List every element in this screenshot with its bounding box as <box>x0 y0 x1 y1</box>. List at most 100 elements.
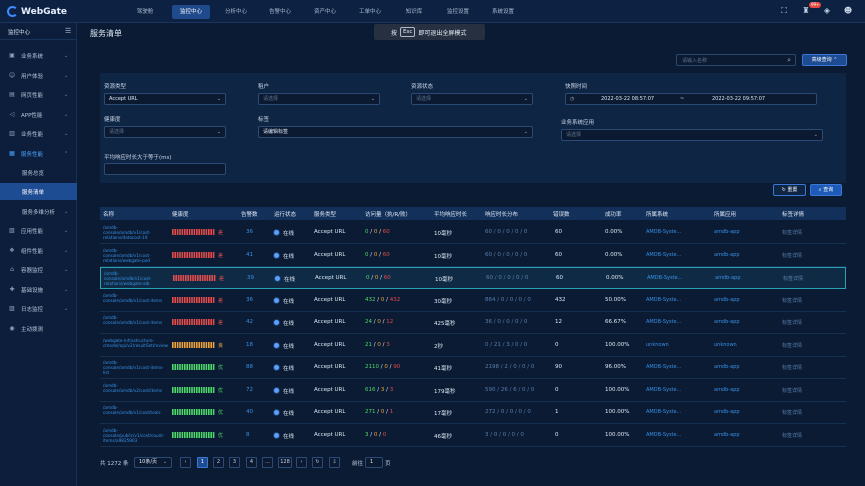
avg-response-input[interactable] <box>104 163 226 175</box>
collapse-icon[interactable]: ☰ <box>65 27 71 35</box>
tag-detail-link[interactable]: 标签详情 <box>783 275 803 282</box>
alarm-count[interactable]: 39 <box>247 275 254 281</box>
sidebar-item-container-monitor[interactable]: ⌂ 容器监控 ⌄ <box>0 261 77 278</box>
sidebar-item-app-performance[interactable]: ◁ APP性能 ⌄ <box>0 106 77 123</box>
service-name-link[interactable]: /amdb-console/amdb/v1/cost-relations/web… <box>103 248 165 263</box>
tag-detail-link[interactable]: 标签详情 <box>782 409 802 416</box>
tag-detail-link[interactable]: 标签详情 <box>782 297 802 304</box>
resource-status-select[interactable]: 请选择 ⌄ <box>411 93 533 105</box>
sidebar-item-business-performance[interactable]: ▥ 业务性能 ⌄ <box>0 125 77 142</box>
app-link[interactable]: amdb-app <box>714 432 740 438</box>
table-row[interactable]: /amdb-console/amdb/v1/cost-relations/dat… <box>100 222 846 244</box>
sidebar-item-service-multidim[interactable]: 服务多维分析 ⌄ <box>0 203 77 220</box>
service-name-link[interactable]: /amdb-console/amdb/v2/cost/items <box>103 383 165 393</box>
refresh-icon[interactable]: ↻ <box>312 457 323 468</box>
alarm-count[interactable]: 36 <box>246 229 253 235</box>
table-row[interactable]: /amdb-console/amdb/v1/cost-items-list 优 88… <box>100 357 846 379</box>
app-link[interactable]: amdb-app <box>714 297 740 303</box>
nav-system-settings[interactable]: 系统设置 <box>487 5 519 19</box>
alarm-count[interactable]: 36 <box>246 297 253 303</box>
table-row[interactable]: /amdb-console/amdb/v1/cost-relations/web… <box>100 267 846 289</box>
table-row[interactable]: /amdb-console/amdb/v2/cost/items 优 72 在线 Acc… <box>100 380 846 402</box>
business-app-select[interactable]: 请选择 ⌄ <box>561 129 823 141</box>
sidebar-item-service-performance[interactable]: ▦ 服务性能 ⌃ <box>0 145 77 162</box>
tenant-select[interactable]: 请选择 ⌄ <box>258 93 380 105</box>
system-link[interactable]: AMDB-Syste... <box>647 275 682 281</box>
nav-alarm-center[interactable]: 告警中心 <box>264 5 296 19</box>
sidebar-item-infrastructure[interactable]: ✚ 基础设施 ⌄ <box>0 281 77 298</box>
table-row[interactable]: /amdb-console/amdb/v1/cost-items 差 36 在线 Acc… <box>100 290 846 312</box>
table-row[interactable]: /amdb-console/amdb/v1/cost-relations/web… <box>100 245 846 267</box>
snapshot-time-range[interactable]: ◷ 2022-03-22 08:57:07 ~ 2022-03-22 09:57… <box>565 93 817 105</box>
page-3-button[interactable]: 3 <box>229 457 240 468</box>
page-ellipsis[interactable]: ... <box>262 457 273 468</box>
table-row[interactable]: /webgate-infrastructure-cmodel/api/v2/re… <box>100 335 846 357</box>
app-link[interactable]: amdb-app <box>714 319 740 325</box>
table-row[interactable]: /amdb-console/amdb/v1/cost/tools 优 40 在线 Acc… <box>100 402 846 424</box>
tag-detail-link[interactable]: 标签详情 <box>782 364 802 371</box>
system-link[interactable]: unknown <box>646 342 669 348</box>
alarm-count[interactable]: 40 <box>246 409 253 415</box>
service-name-link[interactable]: /amdb-console/amdb/v1/cost-relations/dat… <box>103 225 165 240</box>
app-link[interactable]: amdb-app <box>714 252 740 258</box>
app-link[interactable]: amdb-app <box>714 409 740 415</box>
service-name-link[interactable]: /webgate-infrastructure-cmodel/api/v2/re… <box>103 338 168 348</box>
reset-button[interactable]: ↻ 重置 <box>773 184 806 196</box>
sidebar-item-component-performance[interactable]: ❖ 组件性能 ⌄ <box>0 242 77 259</box>
tag-detail-link[interactable]: 标签详情 <box>782 387 802 394</box>
system-link[interactable]: AMDB-Syste... <box>646 229 681 235</box>
fullscreen-icon[interactable]: ⛶ <box>779 6 789 16</box>
shield-icon[interactable]: ◈ <box>822 6 832 16</box>
nav-asset-center[interactable]: 资产中心 <box>309 5 341 19</box>
app-link[interactable]: unknown <box>714 342 737 348</box>
alarm-count[interactable]: 8 <box>246 432 250 438</box>
alarm-count[interactable]: 72 <box>246 387 253 393</box>
sidebar-item-web-performance[interactable]: ▤ 网页性能 ⌄ <box>0 86 77 103</box>
sidebar-item-service-overview[interactable]: 服务总览 <box>0 164 77 181</box>
service-name-link[interactable]: /amdb-console/public/v1/cost/count-items… <box>103 428 165 443</box>
sidebar-item-log-monitor[interactable]: ▨ 日志监控 ⌄ <box>0 300 77 317</box>
sidebar-item-application-performance[interactable]: ▧ 应用性能 ⌄ <box>0 222 77 239</box>
goto-page-input[interactable]: 1 <box>365 457 383 468</box>
system-link[interactable]: AMDB-Syste... <box>646 319 681 325</box>
advanced-query-button[interactable]: 高级查询 ⌃ <box>802 54 847 66</box>
tag-detail-link[interactable]: 标签详情 <box>782 252 802 259</box>
service-name-link[interactable]: /amdb-console/amdb/v1/cost-items <box>103 315 165 325</box>
query-button[interactable]: ⌕ 查询 <box>810 184 842 196</box>
alarm-count[interactable]: 88 <box>246 364 253 370</box>
nav-knowledge-base[interactable]: 知识库 <box>400 5 428 19</box>
app-link[interactable]: amdb-app <box>714 364 740 370</box>
tag-detail-link[interactable]: 标签详情 <box>782 432 802 439</box>
service-name-link[interactable]: /amdb-console/amdb/v1/cost-relations/web… <box>104 271 166 286</box>
prev-page-button[interactable]: ‹ <box>180 457 191 468</box>
sidebar-item-business-system[interactable]: ▣ 业务系统 ⌄ <box>0 47 77 64</box>
page-4-button[interactable]: 4 <box>246 457 257 468</box>
search-icon[interactable]: ⌕ <box>787 56 791 65</box>
system-link[interactable]: AMDB-Syste... <box>646 297 681 303</box>
next-page-button[interactable]: › <box>296 457 307 468</box>
app-link[interactable]: amdb-app <box>714 387 740 393</box>
page-1-button[interactable]: 1 <box>197 457 208 468</box>
tag-detail-link[interactable]: 标签详情 <box>782 319 802 326</box>
nav-monitor-settings[interactable]: 监控设置 <box>442 5 474 19</box>
alarm-count[interactable]: 18 <box>246 342 253 348</box>
system-link[interactable]: AMDB-Syste... <box>646 252 681 258</box>
page-2-button[interactable]: 2 <box>213 457 224 468</box>
nav-workorder-center[interactable]: 工单中心 <box>354 5 386 19</box>
sidebar-item-user-experience[interactable]: ☺ 用户体验 ⌄ <box>0 67 77 84</box>
nav-analysis-center[interactable]: 分析中心 <box>220 5 252 19</box>
tag-select[interactable]: 请编辑标签 ⌄ <box>258 126 533 138</box>
sidebar-item-service-list[interactable]: 服务清单 <box>0 183 77 200</box>
tag-detail-link[interactable]: 标签详情 <box>782 229 802 236</box>
app-logo[interactable]: WebGate <box>7 5 67 18</box>
table-row[interactable]: /amdb-console/public/v1/cost/count-items… <box>100 425 846 447</box>
app-link[interactable]: amdb-app <box>714 229 740 235</box>
page-size-select[interactable]: 10条/页 ⌄ <box>134 457 172 468</box>
table-row[interactable]: /amdb-console/amdb/v1/cost-items 差 42 在线 Acc… <box>100 312 846 334</box>
alarm-count[interactable]: 41 <box>246 252 253 258</box>
system-link[interactable]: AMDB-Syste... <box>646 364 681 370</box>
service-name-link[interactable]: /amdb-console/amdb/v1/cost/tools <box>103 405 165 415</box>
system-link[interactable]: AMDB-Syste... <box>646 432 681 438</box>
nav-monitor-center[interactable]: 监控中心 <box>172 5 210 19</box>
nav-cockpit[interactable]: 驾驶舱 <box>130 5 160 19</box>
